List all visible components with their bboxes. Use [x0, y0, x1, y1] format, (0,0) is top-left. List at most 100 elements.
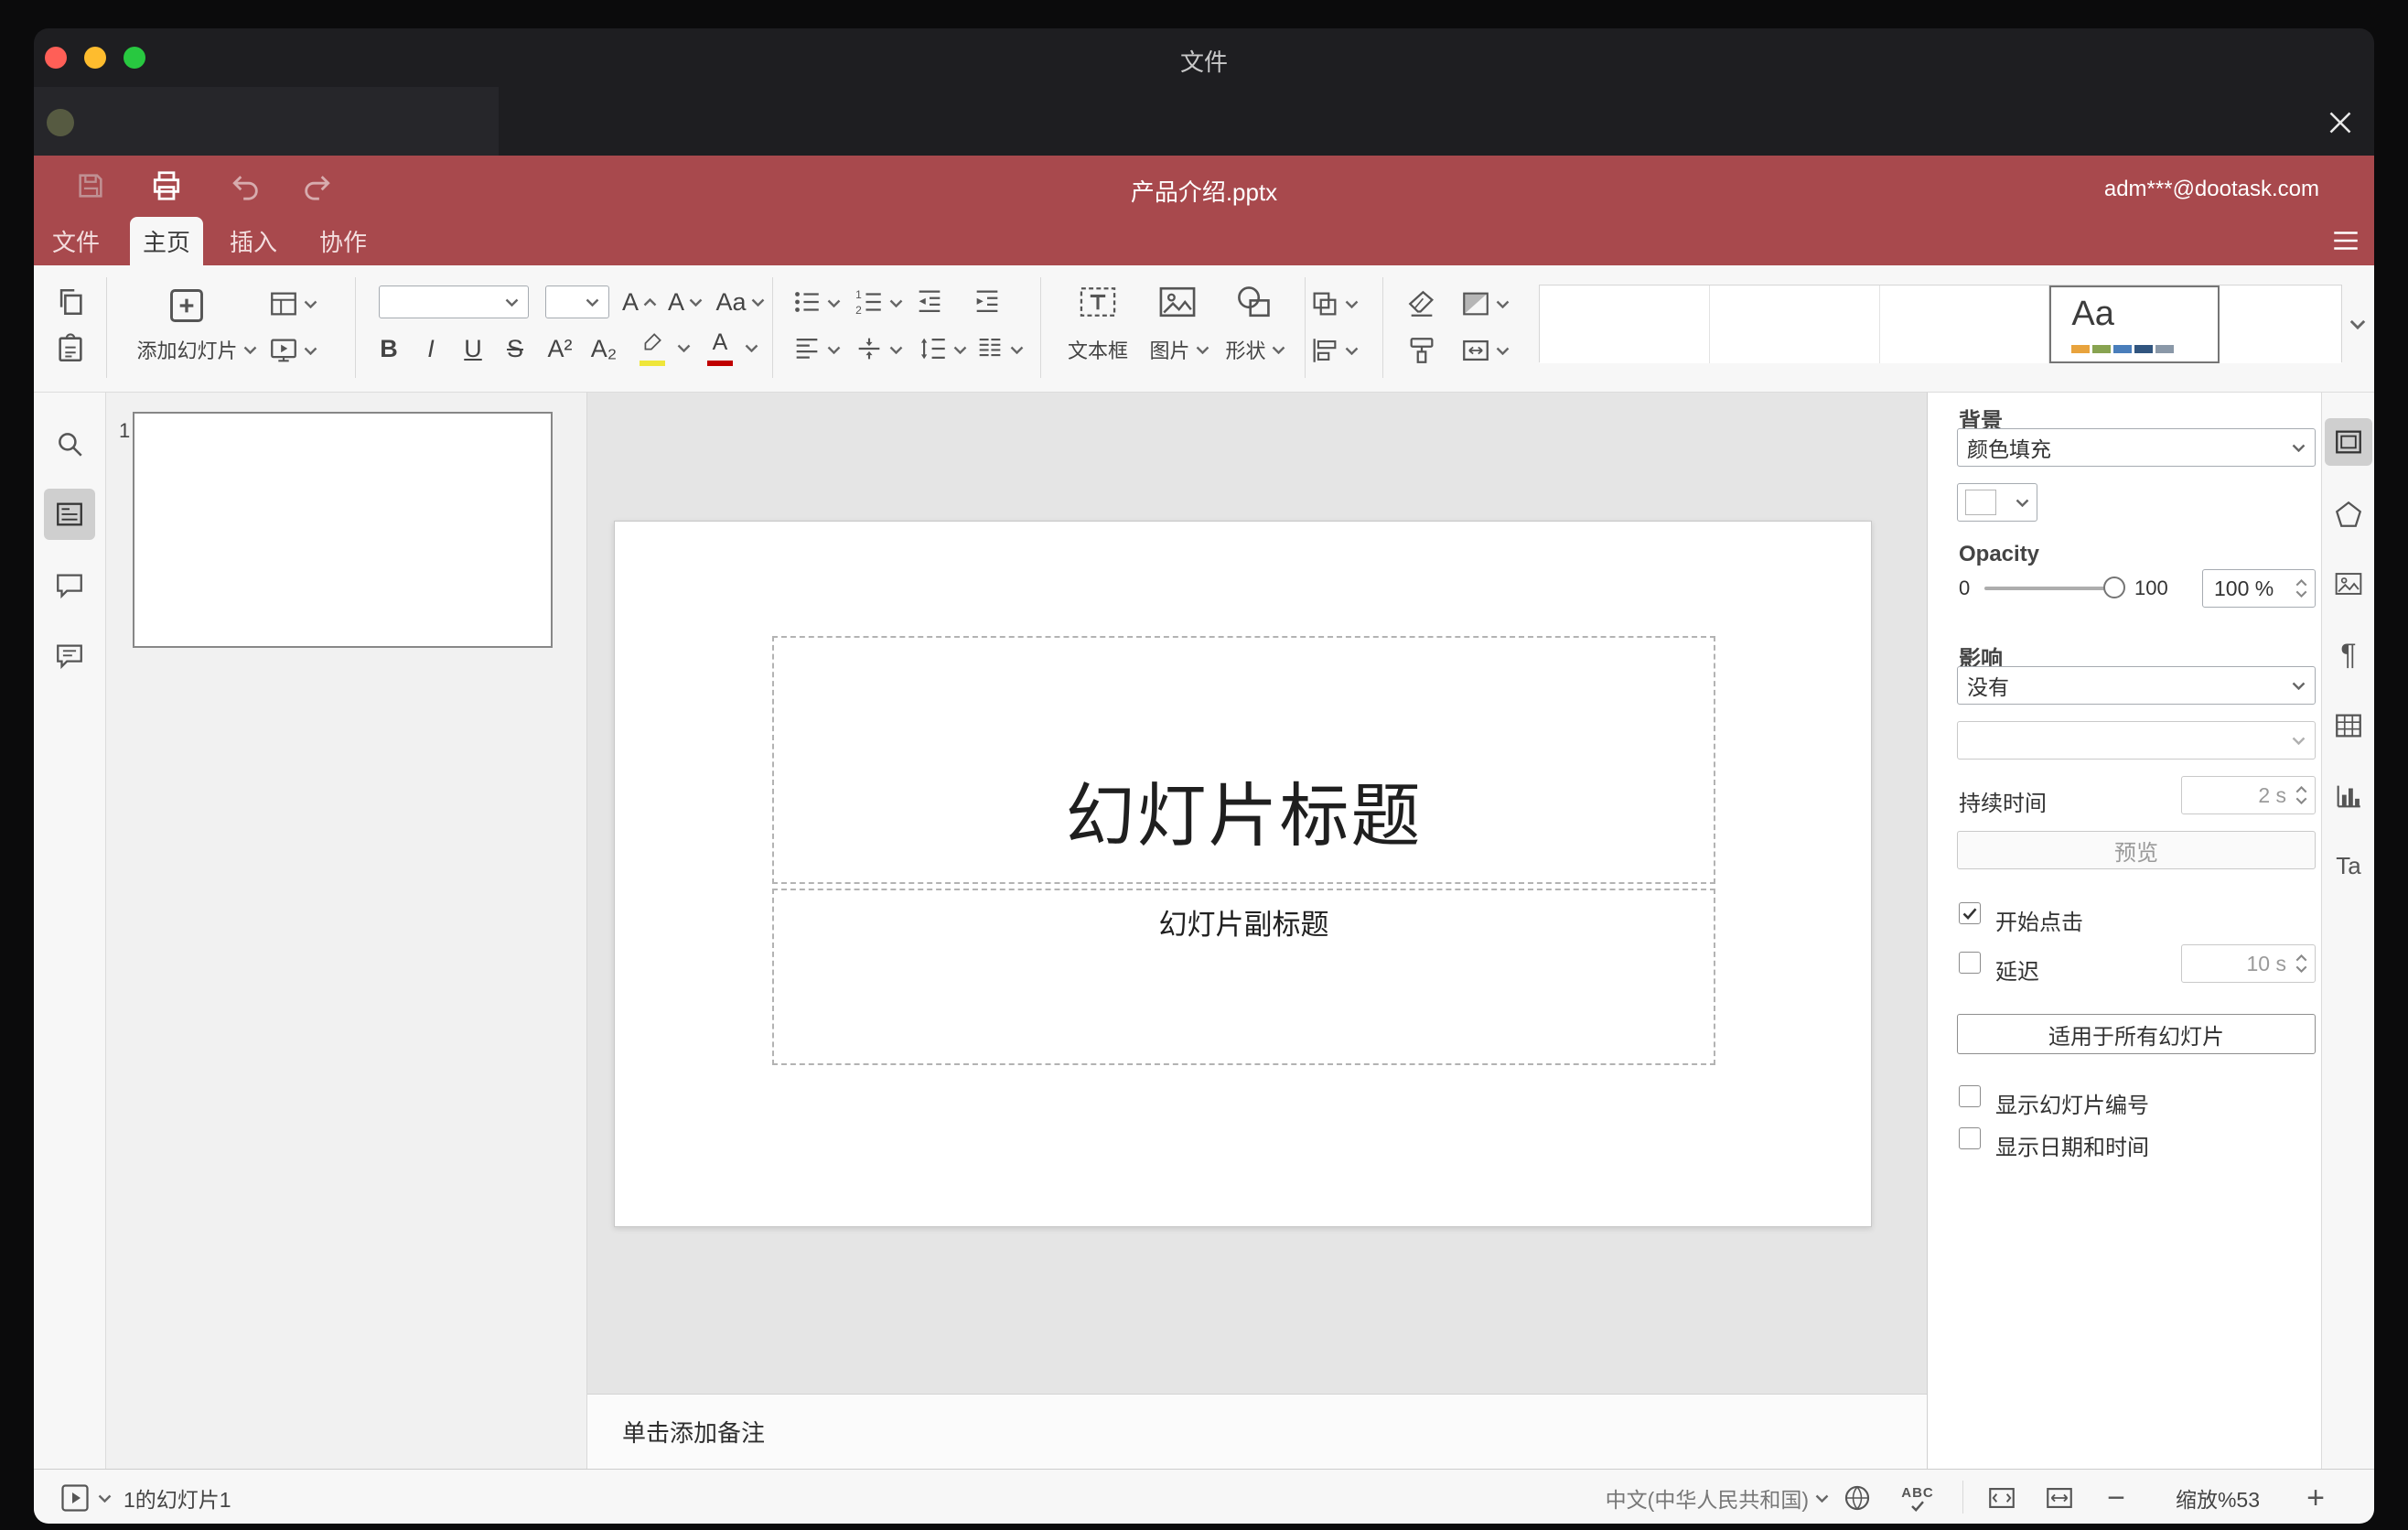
- start-slideshow-button[interactable]: [262, 332, 324, 369]
- zoom-out-button[interactable]: −: [2098, 1480, 2134, 1516]
- arrange-shape-button[interactable]: [1304, 286, 1364, 322]
- effect-variant-select[interactable]: [1957, 721, 2316, 760]
- text-art-settings-button[interactable]: Ta: [2328, 846, 2369, 886]
- spinner-arrows[interactable]: [2295, 579, 2307, 598]
- redo-button[interactable]: [296, 166, 337, 206]
- opacity-slider-knob[interactable]: [2103, 576, 2125, 598]
- save-button[interactable]: [70, 166, 111, 206]
- slide-layout-button[interactable]: [262, 286, 324, 322]
- theme-item-3[interactable]: [1879, 286, 2050, 363]
- add-slide-label-button[interactable]: 添加幻灯片: [119, 334, 274, 365]
- background-color-select[interactable]: [1957, 483, 2037, 522]
- traffic-zoom-button[interactable]: [124, 47, 145, 69]
- line-spacing-arrow[interactable]: [951, 334, 968, 365]
- tab-file[interactable]: 文件: [39, 216, 113, 265]
- font-size-select[interactable]: [545, 286, 609, 318]
- columns-arrow[interactable]: [1008, 334, 1025, 365]
- decrease-indent-button[interactable]: [911, 284, 948, 320]
- start-slideshow-status-button[interactable]: [57, 1480, 93, 1516]
- copy-style-button[interactable]: [1402, 332, 1442, 369]
- slideshow-options-arrow[interactable]: [95, 1482, 113, 1514]
- background-fill-select[interactable]: 颜色填充: [1957, 428, 2316, 467]
- theme-item-5[interactable]: [2220, 286, 2341, 363]
- feedback-button[interactable]: [48, 634, 91, 678]
- underline-button[interactable]: U: [456, 330, 490, 367]
- add-slide-button[interactable]: [165, 284, 209, 328]
- spellcheck-button[interactable]: ABC: [1897, 1478, 1938, 1518]
- traffic-minimize-button[interactable]: [84, 47, 106, 69]
- undo-button[interactable]: [226, 166, 266, 206]
- increase-indent-button[interactable]: [969, 284, 1005, 320]
- copy-button[interactable]: [50, 284, 91, 320]
- slide-size-button[interactable]: [1455, 332, 1515, 369]
- subtitle-placeholder[interactable]: 幻灯片副标题: [772, 889, 1715, 1065]
- fit-slide-button[interactable]: [1983, 1480, 2020, 1516]
- tab-collaboration[interactable]: 协作: [306, 216, 380, 265]
- opacity-slider-track[interactable]: [1984, 587, 2120, 590]
- zoom-in-button[interactable]: +: [2297, 1480, 2334, 1516]
- highlight-color-arrow[interactable]: [675, 332, 692, 363]
- slides-panel-button[interactable]: [44, 489, 95, 540]
- traffic-close-button[interactable]: [45, 47, 67, 69]
- theme-gallery-expand-button[interactable]: [2346, 306, 2370, 342]
- line-spacing-button[interactable]: [915, 330, 951, 367]
- horizontal-align-button[interactable]: [789, 330, 825, 367]
- font-color-button[interactable]: A: [699, 327, 741, 369]
- change-case-button[interactable]: Aa: [712, 286, 769, 318]
- slide[interactable]: 幻灯片标题 幻灯片副标题: [614, 521, 1872, 1227]
- subscript-button[interactable]: A₂: [584, 330, 624, 367]
- document-language-button[interactable]: [1839, 1480, 1876, 1516]
- notes-area[interactable]: 单击添加备注: [587, 1394, 1927, 1469]
- strikethrough-button[interactable]: S: [498, 330, 532, 367]
- increase-font-button[interactable]: A: [618, 286, 661, 318]
- tab-insert[interactable]: 插入: [217, 216, 290, 265]
- fit-width-button[interactable]: [2041, 1480, 2078, 1516]
- close-dialog-button[interactable]: [2319, 102, 2361, 144]
- comments-button[interactable]: [48, 564, 91, 608]
- slide-settings-button[interactable]: [2325, 418, 2372, 466]
- theme-item-2[interactable]: [1709, 286, 1880, 363]
- print-button[interactable]: [146, 166, 187, 206]
- preview-button[interactable]: 预览: [1957, 831, 2316, 869]
- color-scheme-button[interactable]: [1455, 286, 1515, 322]
- decrease-font-button[interactable]: A: [664, 286, 706, 318]
- apply-to-all-slides-button[interactable]: 适用于所有幻灯片: [1957, 1014, 2316, 1054]
- bold-button[interactable]: B: [371, 330, 406, 367]
- italic-button[interactable]: I: [414, 330, 448, 367]
- vertical-align-button[interactable]: [851, 330, 887, 367]
- tab-home[interactable]: 主页: [130, 217, 203, 265]
- insert-textbox-button[interactable]: [1076, 280, 1120, 324]
- search-button[interactable]: [48, 422, 91, 466]
- show-slide-number-checkbox[interactable]: [1959, 1085, 1981, 1107]
- spinner-arrows[interactable]: [2295, 954, 2307, 973]
- font-color-arrow[interactable]: [743, 332, 759, 363]
- opacity-spinner[interactable]: 100 %: [2202, 569, 2316, 608]
- language-arrow[interactable]: [1812, 1482, 1831, 1514]
- editor-canvas[interactable]: 幻灯片标题 幻灯片副标题: [587, 393, 1927, 1394]
- chart-settings-button[interactable]: [2328, 776, 2369, 816]
- clear-style-button[interactable]: [1402, 286, 1442, 322]
- paste-button[interactable]: [50, 330, 91, 367]
- font-name-select[interactable]: [379, 286, 529, 318]
- start-on-click-checkbox[interactable]: [1959, 902, 1981, 924]
- effect-select[interactable]: 没有: [1957, 666, 2316, 705]
- superscript-button[interactable]: A²: [540, 330, 580, 367]
- insert-shape-label-button[interactable]: 形状: [1208, 334, 1303, 365]
- theme-item-selected[interactable]: Aa: [2049, 286, 2220, 363]
- numbered-list-arrow[interactable]: [887, 287, 904, 318]
- theme-item-1[interactable]: [1540, 286, 1710, 363]
- slide-thumbnail[interactable]: [133, 412, 553, 648]
- vertical-align-arrow[interactable]: [887, 334, 904, 365]
- highlight-color-button[interactable]: [631, 327, 673, 369]
- language-selector[interactable]: 中文(中华人民共和国): [1543, 1482, 1809, 1514]
- spinner-arrows[interactable]: [2295, 786, 2307, 804]
- align-shape-button[interactable]: [1304, 332, 1364, 369]
- show-date-time-checkbox[interactable]: [1959, 1127, 1981, 1149]
- paragraph-settings-button[interactable]: ¶: [2328, 634, 2369, 674]
- numbered-list-button[interactable]: [851, 284, 887, 320]
- header-menu-button[interactable]: [2325, 220, 2367, 262]
- columns-button[interactable]: [972, 330, 1008, 367]
- delay-checkbox[interactable]: [1959, 952, 1981, 974]
- shape-settings-button[interactable]: [2328, 494, 2369, 534]
- table-settings-button[interactable]: [2328, 706, 2369, 746]
